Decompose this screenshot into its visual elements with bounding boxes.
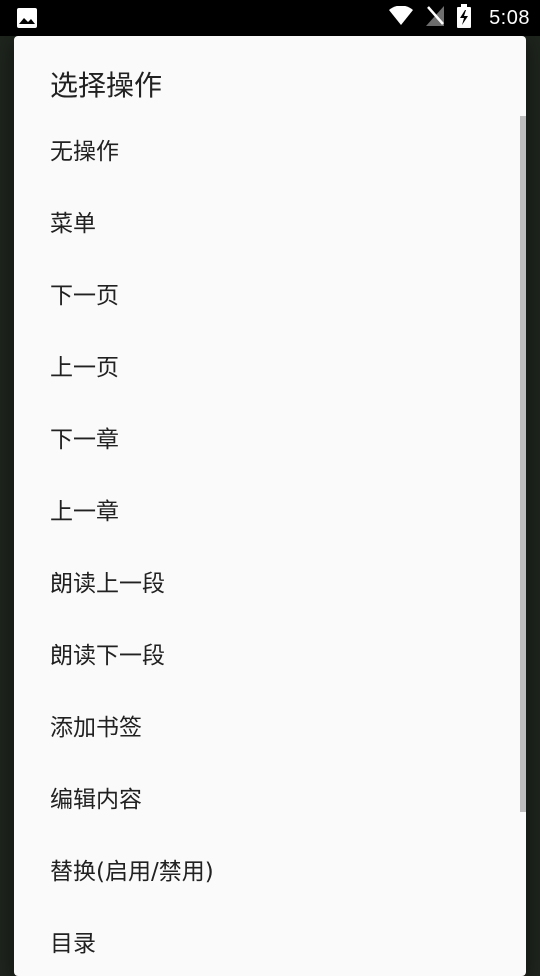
image-icon xyxy=(16,7,38,29)
action-item-read-next-paragraph[interactable]: 朗读下一段 xyxy=(14,620,526,692)
action-list: 无操作 菜单 下一页 上一页 下一章 上一章 朗读上一段 朗读下一段 添加书签 … xyxy=(14,116,526,976)
status-bar: 5:08 xyxy=(0,0,540,36)
action-dialog: 选择操作 无操作 菜单 下一页 上一页 下一章 上一章 朗读上一段 朗读下一段 … xyxy=(14,36,526,976)
action-item-none[interactable]: 无操作 xyxy=(14,116,526,188)
dialog-title: 选择操作 xyxy=(50,69,163,102)
action-item-prev-chapter[interactable]: 上一章 xyxy=(14,476,526,548)
wifi-icon xyxy=(389,5,414,30)
action-item-read-prev-paragraph[interactable]: 朗读上一段 xyxy=(14,548,526,620)
action-item-prev-page[interactable]: 上一页 xyxy=(14,332,526,404)
action-item-next-page[interactable]: 下一页 xyxy=(14,260,526,332)
action-item-add-bookmark[interactable]: 添加书签 xyxy=(14,692,526,764)
action-item-next-chapter[interactable]: 下一章 xyxy=(14,404,526,476)
scrollbar[interactable] xyxy=(520,116,526,812)
action-item-toggle-replace[interactable]: 替换(启用/禁用) xyxy=(14,836,526,908)
action-item-menu[interactable]: 菜单 xyxy=(14,188,526,260)
status-time: 5:08 xyxy=(489,6,530,29)
action-item-edit-content[interactable]: 编辑内容 xyxy=(14,764,526,836)
action-item-toc[interactable]: 目录 xyxy=(14,908,526,976)
battery-charging-icon xyxy=(457,4,472,32)
no-sim-icon xyxy=(425,5,445,31)
